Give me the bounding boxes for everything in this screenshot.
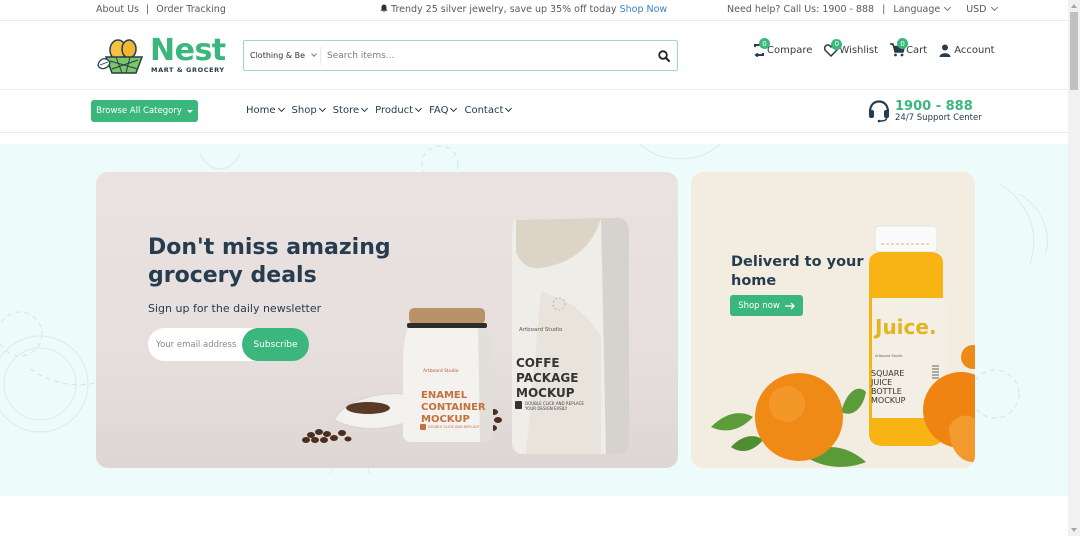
chevron-down-icon [944, 3, 952, 12]
logo-tagline: MART & GROCERY [151, 66, 225, 74]
chevron-down-icon [318, 104, 326, 113]
svg-text:SQUARE: SQUARE [871, 369, 904, 378]
user-icon [939, 44, 951, 57]
chevron-down-icon [990, 3, 998, 12]
about-us-link[interactable]: About Us [96, 4, 139, 15]
chevron-down-icon [277, 104, 285, 113]
nav-item-product[interactable]: Product [375, 104, 423, 116]
nav-item-shop[interactable]: Shop [292, 104, 326, 116]
chevron-down-icon [415, 104, 423, 113]
nav-item-faq[interactable]: FAQ [429, 104, 458, 116]
help-text: Need help? Call Us: 1900 - 888 [727, 4, 875, 15]
svg-text:Artboard Studio: Artboard Studio [519, 327, 563, 333]
cart-button[interactable]: 0 Cart [890, 38, 927, 57]
arrow-right-icon [784, 302, 795, 309]
headset-icon [868, 100, 890, 123]
svg-text:MOCKUP: MOCKUP [516, 386, 575, 400]
svg-text:CONTAINER: CONTAINER [421, 402, 486, 413]
chevron-down-icon [505, 104, 513, 113]
search-bar: Clothing & Be [243, 40, 678, 71]
support-number: 1900 - 888 [895, 98, 973, 114]
coffee-products-image: Artboard Studio COFFE PACKAGE MOCKUP DOU… [302, 218, 629, 454]
shop-now-link[interactable]: Shop Now [620, 4, 668, 15]
separator: | [146, 4, 150, 15]
currency-dropdown[interactable]: USD [966, 3, 998, 15]
header: Nest MART & GROCERY Clothing & Be 0 Comp… [0, 21, 1068, 90]
page-scrollbar[interactable] [1068, 0, 1080, 536]
nav-menu: Home Shop Store Product FAQ Contact [246, 104, 519, 116]
promo-banner: Trendy 25 silver jewelry, save up 35% of… [380, 4, 667, 15]
scroll-down-arrow-icon[interactable] [1071, 528, 1077, 532]
svg-text:BOTTLE: BOTTLE [871, 387, 902, 396]
logo-name: Nest [150, 33, 226, 68]
cart-count: 0 [897, 38, 909, 49]
wishlist-button[interactable]: 0 Wishlist [824, 38, 878, 57]
bell-icon [380, 4, 388, 12]
top-right: Need help? Call Us: 1900 - 888 | Languag… [727, 3, 1011, 15]
logo[interactable]: Nest MART & GROCERY [96, 33, 231, 77]
nav-item-contact[interactable]: Contact [464, 104, 513, 116]
category-select[interactable]: Clothing & Be [244, 50, 320, 60]
shop-now-button[interactable]: Shop now [730, 295, 803, 316]
scroll-up-arrow-icon[interactable] [1071, 4, 1077, 8]
svg-text:DOUBLE CLICK AND REPLACE: DOUBLE CLICK AND REPLACE [428, 425, 480, 429]
svg-text:JUICE: JUICE [870, 378, 892, 387]
svg-text:MOCKUP: MOCKUP [871, 396, 906, 405]
juice-products-image: Juice. Artboard Studio SQUARE JUICE BOTT… [711, 225, 975, 467]
svg-text:COFFE: COFFE [516, 356, 560, 370]
header-actions: 0 Compare 0 Wishlist 0 Cart Account [752, 38, 1007, 57]
main-nav: Browse All Category Home Shop Store Prod… [0, 90, 1068, 133]
language-dropdown[interactable]: Language [893, 3, 952, 15]
svg-text:Juice.: Juice. [873, 315, 937, 339]
separator: | [882, 4, 886, 15]
support-label: 24/7 Support Center [895, 112, 982, 123]
scrollbar-thumb[interactable] [1070, 12, 1078, 90]
svg-text:Artboard Studio: Artboard Studio [423, 368, 459, 374]
chevron-down-icon [450, 104, 458, 113]
support-contact: 1900 - 888 24/7 Support Center [867, 99, 982, 123]
browse-categories-button[interactable]: Browse All Category [91, 100, 198, 122]
caret-down-icon [186, 109, 193, 113]
account-button[interactable]: Account [939, 44, 995, 57]
svg-text:PACKAGE: PACKAGE [516, 371, 578, 385]
compare-count: 0 [759, 38, 770, 49]
svg-text:YOUR DESIGN EASILY: YOUR DESIGN EASILY [524, 406, 568, 411]
svg-text:Artboard Studio: Artboard Studio [875, 354, 903, 358]
svg-text:ENAMEL: ENAMEL [421, 390, 468, 401]
nav-item-store[interactable]: Store [333, 104, 369, 116]
search-button[interactable] [651, 43, 677, 69]
promo-text: Trendy 25 silver jewelry, save up 35% of… [391, 4, 617, 15]
wishlist-count: 0 [831, 38, 843, 50]
nav-item-home[interactable]: Home [246, 104, 285, 116]
search-icon [658, 49, 670, 62]
side-banner-headline: Deliverd to your home [731, 254, 864, 289]
search-input[interactable] [320, 46, 651, 65]
top-bar: About Us | Order Tracking Trendy 25 silv… [0, 0, 1068, 21]
chevron-down-icon [311, 50, 317, 57]
newsletter-banner: Don't miss amazing grocery deals Sign up… [96, 172, 678, 468]
compare-button[interactable]: 0 Compare [752, 38, 812, 57]
hero-section: Don't miss amazing grocery deals Sign up… [0, 144, 1068, 496]
delivery-banner: Juice. Artboard Studio SQUARE JUICE BOTT… [691, 172, 975, 468]
top-links: About Us | Order Tracking [96, 4, 226, 15]
chevron-down-icon [361, 104, 369, 113]
order-tracking-link[interactable]: Order Tracking [156, 4, 226, 15]
basket-logo-icon [97, 39, 144, 74]
svg-text:MOCKUP: MOCKUP [421, 414, 470, 425]
